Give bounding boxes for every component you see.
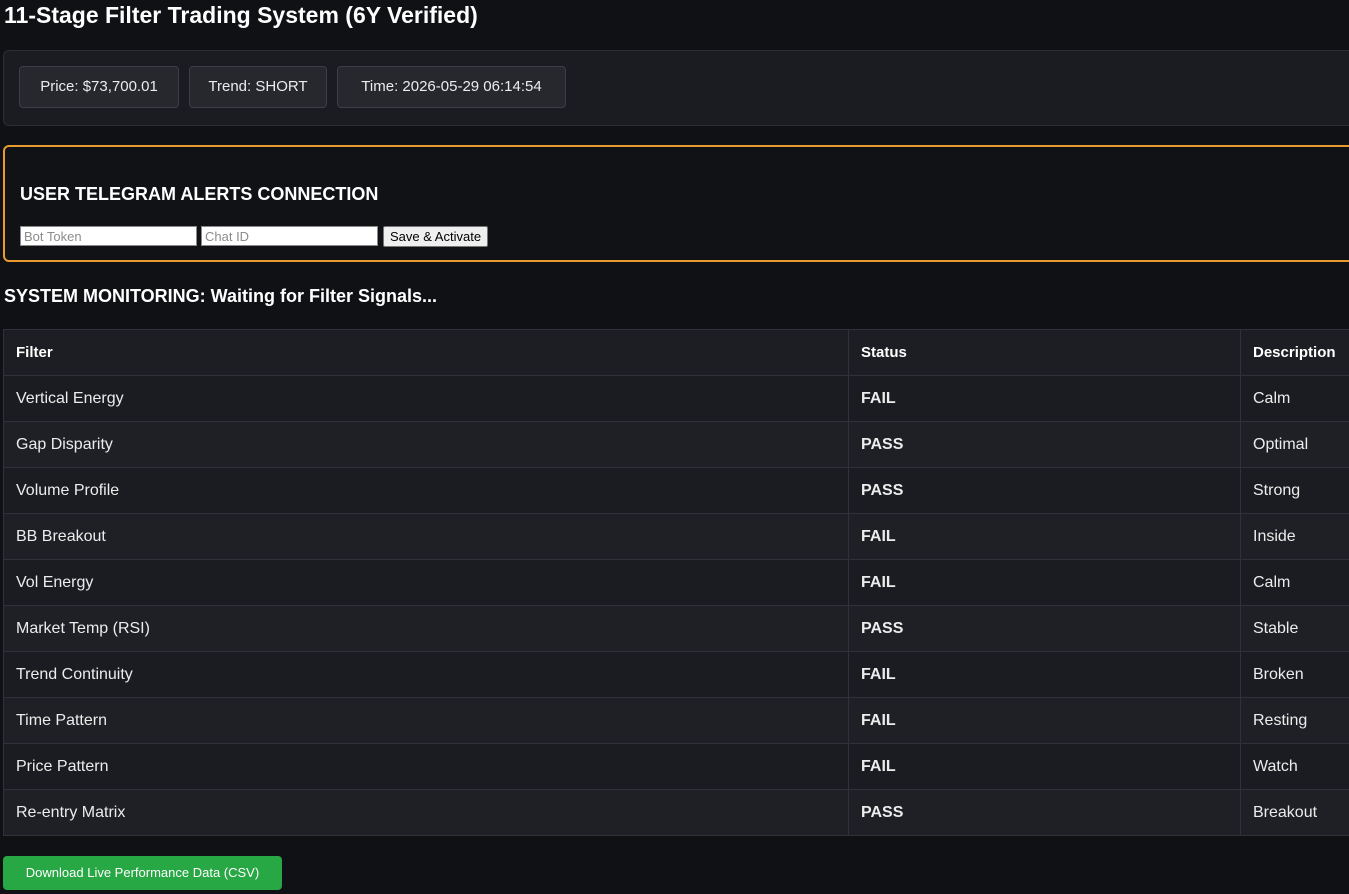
- filter-status-cell: PASS: [848, 605, 1241, 652]
- filter-name-cell: Price Pattern: [3, 743, 849, 790]
- column-header-description: Description: [1240, 329, 1349, 376]
- filter-description-cell: Optimal: [1240, 421, 1349, 468]
- filter-name-cell: Re-entry Matrix: [3, 789, 849, 836]
- column-header-status: Status: [848, 329, 1241, 376]
- filter-description-cell: Strong: [1240, 467, 1349, 514]
- filter-name-cell: Vol Energy: [3, 559, 849, 606]
- filter-table-body: Vertical Energy FAIL Calm Gap Disparity PASS…: [3, 375, 1349, 836]
- download-csv-button[interactable]: Download Live Performance Data (CSV): [3, 856, 282, 890]
- filter-status-cell: FAIL: [848, 559, 1241, 606]
- filter-status-cell: FAIL: [848, 697, 1241, 744]
- filter-name-cell: Trend Continuity: [3, 651, 849, 698]
- filter-description-cell: Resting: [1240, 697, 1349, 744]
- filter-name-cell: Market Temp (RSI): [3, 605, 849, 652]
- filter-status-cell: FAIL: [848, 513, 1241, 560]
- price-stat: Price: $73,700.01: [19, 66, 179, 108]
- filter-status-cell: FAIL: [848, 375, 1241, 422]
- filter-description-cell: Stable: [1240, 605, 1349, 652]
- time-stat: Time: 2026-05-29 06:14:54: [337, 66, 566, 108]
- table-row: Time Pattern FAIL Resting: [3, 697, 1349, 744]
- filter-status-cell: PASS: [848, 467, 1241, 514]
- filter-table: Filter Status Description Vertical Energ…: [3, 329, 1349, 836]
- filter-status-cell: FAIL: [848, 743, 1241, 790]
- bot-token-input[interactable]: [20, 226, 197, 246]
- filter-name-cell: Vertical Energy: [3, 375, 849, 422]
- stats-panel: Price: $73,700.01 Trend: SHORT Time: 202…: [3, 50, 1349, 126]
- filter-description-cell: Broken: [1240, 651, 1349, 698]
- telegram-panel-title: USER TELEGRAM ALERTS CONNECTION: [20, 184, 379, 204]
- table-row: Re-entry Matrix PASS Breakout: [3, 789, 1349, 836]
- table-header-row: Filter Status Description: [3, 329, 1349, 376]
- page: 11-Stage Filter Trading System (6Y Verif…: [0, 0, 1349, 894]
- trend-stat: Trend: SHORT: [189, 66, 327, 108]
- filter-description-cell: Inside: [1240, 513, 1349, 560]
- filter-name-cell: BB Breakout: [3, 513, 849, 560]
- save-activate-button[interactable]: Save & Activate: [383, 226, 489, 247]
- filter-name-cell: Time Pattern: [3, 697, 849, 744]
- monitoring-status-title: SYSTEM MONITORING: Waiting for Filter Si…: [4, 286, 438, 306]
- filter-status-cell: FAIL: [848, 651, 1241, 698]
- filter-status-cell: PASS: [848, 421, 1241, 468]
- filter-description-cell: Calm: [1240, 375, 1349, 422]
- filter-description-cell: Watch: [1240, 743, 1349, 790]
- page-title: 11-Stage Filter Trading System (6Y Verif…: [4, 2, 478, 28]
- filter-status-cell: PASS: [848, 789, 1241, 836]
- table-row: Gap Disparity PASS Optimal: [3, 421, 1349, 468]
- table-row: Vertical Energy FAIL Calm: [3, 375, 1349, 422]
- filter-name-cell: Volume Profile: [3, 467, 849, 514]
- table-row: Market Temp (RSI) PASS Stable: [3, 605, 1349, 652]
- table-row: Price Pattern FAIL Watch: [3, 743, 1349, 790]
- telegram-alerts-panel: USER TELEGRAM ALERTS CONNECTION Save & A…: [3, 145, 1349, 262]
- table-row: Trend Continuity FAIL Broken: [3, 651, 1349, 698]
- table-row: Volume Profile PASS Strong: [3, 467, 1349, 514]
- filter-name-cell: Gap Disparity: [3, 421, 849, 468]
- table-row: BB Breakout FAIL Inside: [3, 513, 1349, 560]
- column-header-filter: Filter: [3, 329, 849, 376]
- chat-id-input[interactable]: [201, 226, 378, 246]
- table-row: Vol Energy FAIL Calm: [3, 559, 1349, 606]
- filter-description-cell: Breakout: [1240, 789, 1349, 836]
- filter-description-cell: Calm: [1240, 559, 1349, 606]
